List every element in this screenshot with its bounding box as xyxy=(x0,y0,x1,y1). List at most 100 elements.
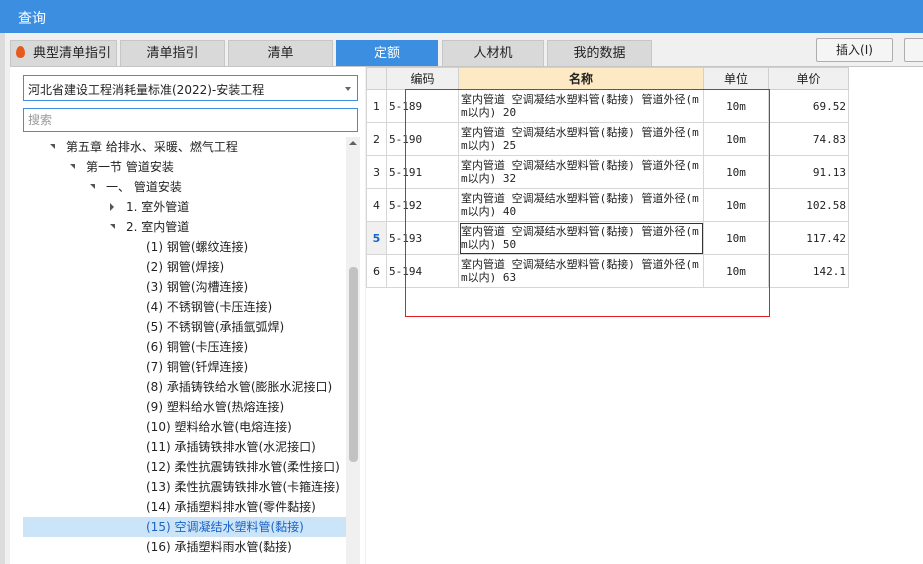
tab-typical-list-guide[interactable]: 典型清单指引 xyxy=(10,40,117,66)
cell-name[interactable]: 室内管道 空调凝结水塑料管(黏接) 管道外径(mm以内) 32 xyxy=(458,155,704,189)
cell-code[interactable]: 5-194 xyxy=(386,254,459,288)
tab-label: 清单 xyxy=(267,46,294,61)
tree-node-label: 2. 室内管道 xyxy=(126,220,190,234)
table-row[interactable]: 2 5-190 室内管道 空调凝结水塑料管(黏接) 管道外径(mm以内) 25 10m… xyxy=(366,122,849,156)
tab-list-guide[interactable]: 清单指引 xyxy=(120,40,225,66)
search-input[interactable] xyxy=(23,108,358,132)
cell-unit[interactable]: 10m xyxy=(703,155,769,189)
cell-unit[interactable]: 10m xyxy=(703,122,769,156)
table-row[interactable]: 3 5-191 室内管道 空调凝结水塑料管(黏接) 管道外径(mm以内) 32 10m… xyxy=(366,155,849,189)
tree-node[interactable]: (2) 钢管(焊接) xyxy=(10,257,346,277)
cell-unit[interactable]: 10m xyxy=(703,254,769,288)
cell-code[interactable]: 5-190 xyxy=(386,122,459,156)
tab-list[interactable]: 清单 xyxy=(228,40,333,66)
row-number[interactable]: 6 xyxy=(366,254,387,288)
cell-price[interactable]: 91.13 xyxy=(768,155,849,189)
row-number[interactable]: 5 xyxy=(366,221,387,255)
tree-node-label: (13) 柔性抗震铸铁排水管(卡箍连接) xyxy=(146,480,340,494)
tree-node[interactable]: (13) 柔性抗震铸铁排水管(卡箍连接) xyxy=(10,477,346,497)
tree-scrollbar[interactable] xyxy=(346,137,360,564)
chevron-down-icon[interactable] xyxy=(345,87,351,91)
cell-code[interactable]: 5-193 xyxy=(386,221,459,255)
library-select-value: 河北省建设工程消耗量标准(2022)-安装工程 xyxy=(28,83,265,97)
scrollbar-thumb[interactable] xyxy=(349,267,358,462)
tree-node[interactable]: (12) 柔性抗震铸铁排水管(柔性接口) xyxy=(10,457,346,477)
scroll-up-icon[interactable] xyxy=(349,141,357,145)
cell-unit[interactable]: 10m xyxy=(703,188,769,222)
cell-name[interactable]: 室内管道 空调凝结水塑料管(黏接) 管道外径(mm以内) 50 xyxy=(458,221,704,255)
row-number[interactable]: 3 xyxy=(366,155,387,189)
cell-name[interactable]: 室内管道 空调凝结水塑料管(黏接) 管道外径(mm以内) 63 xyxy=(458,254,704,288)
tree-node[interactable]: (10) 塑料给水管(电熔连接) xyxy=(10,417,346,437)
tab-my-data[interactable]: 我的数据 xyxy=(547,40,652,66)
tree-node-label: 一、 管道安装 xyxy=(106,180,182,194)
tree-node[interactable]: 2. 室内管道 xyxy=(10,217,346,237)
cell-code[interactable]: 5-192 xyxy=(386,188,459,222)
expanded-arrow-icon[interactable] xyxy=(90,184,95,189)
expanded-arrow-icon[interactable] xyxy=(70,164,75,169)
tab-quota[interactable]: 定额 xyxy=(336,40,438,66)
header-rownum xyxy=(366,67,387,90)
row-number[interactable]: 1 xyxy=(366,89,387,123)
cell-unit[interactable]: 10m xyxy=(703,89,769,123)
tree-node-label: (9) 塑料给水管(热熔连接) xyxy=(146,400,285,414)
tree-node-label: (8) 承插铸铁给水管(膨胀水泥接口) xyxy=(146,380,333,394)
cell-code[interactable]: 5-191 xyxy=(386,155,459,189)
tree-node[interactable]: 一、 管道安装 xyxy=(10,177,346,197)
cell-price[interactable]: 142.1 xyxy=(768,254,849,288)
cell-name[interactable]: 室内管道 空调凝结水塑料管(黏接) 管道外径(mm以内) 40 xyxy=(458,188,704,222)
tree-node[interactable]: (6) 铜管(卡压连接) xyxy=(10,337,346,357)
header-code[interactable]: 编码 xyxy=(386,67,459,90)
tree-node[interactable]: (14) 承插塑料排水管(零件黏接) xyxy=(10,497,346,517)
tree-node-label: 第五章 给排水、采暖、燃气工程 xyxy=(66,140,238,154)
cell-code[interactable]: 5-189 xyxy=(386,89,459,123)
expanded-arrow-icon[interactable] xyxy=(50,144,55,149)
tree-node[interactable]: (1) 钢管(螺纹连接) xyxy=(10,237,346,257)
tree-node[interactable]: (9) 塑料给水管(热熔连接) xyxy=(10,397,346,417)
library-select[interactable]: 河北省建设工程消耗量标准(2022)-安装工程 xyxy=(23,75,358,101)
tree-node[interactable]: 第五章 给排水、采暖、燃气工程 xyxy=(10,137,346,157)
cell-name[interactable]: 室内管道 空调凝结水塑料管(黏接) 管道外径(mm以内) 25 xyxy=(458,122,704,156)
cell-price[interactable]: 69.52 xyxy=(768,89,849,123)
insert-button[interactable]: 插入(I) xyxy=(816,38,893,62)
row-number[interactable]: 4 xyxy=(366,188,387,222)
tree-node-label: (1) 钢管(螺纹连接) xyxy=(146,240,249,254)
table-row[interactable]: 4 5-192 室内管道 空调凝结水塑料管(黏接) 管道外径(mm以内) 40 10m… xyxy=(366,188,849,222)
tree-node-label: (6) 铜管(卡压连接) xyxy=(146,340,249,354)
tree-node-label: (4) 不锈钢管(卡压连接) xyxy=(146,300,273,314)
secondary-button[interactable] xyxy=(904,38,923,62)
tab-labor-material-machine[interactable]: 人材机 xyxy=(442,40,544,66)
tree-node-label: (11) 承插铸铁排水管(水泥接口) xyxy=(146,440,316,454)
tree-node[interactable]: (5) 不锈钢管(承插氩弧焊) xyxy=(10,317,346,337)
cell-price[interactable]: 102.58 xyxy=(768,188,849,222)
header-name[interactable]: 名称 xyxy=(458,67,704,90)
tree-node[interactable]: (8) 承插铸铁给水管(膨胀水泥接口) xyxy=(10,377,346,397)
tree-node[interactable]: (4) 不锈钢管(卡压连接) xyxy=(10,297,346,317)
tree-node-label: (10) 塑料给水管(电熔连接) xyxy=(146,420,292,434)
header-price[interactable]: 单价 xyxy=(768,67,849,90)
table-row[interactable]: 6 5-194 室内管道 空调凝结水塑料管(黏接) 管道外径(mm以内) 63 10m… xyxy=(366,254,849,288)
tree-node[interactable]: (16) 承插塑料雨水管(黏接) xyxy=(10,537,346,557)
collapsed-arrow-icon[interactable] xyxy=(110,203,114,211)
tree-node[interactable]: 第一节 管道安装 xyxy=(10,157,346,177)
cell-price[interactable]: 117.42 xyxy=(768,221,849,255)
tab-label: 我的数据 xyxy=(573,46,626,61)
tree-node-label: (2) 钢管(焊接) xyxy=(146,260,225,274)
header-unit[interactable]: 单位 xyxy=(703,67,769,90)
expanded-arrow-icon[interactable] xyxy=(110,224,115,229)
quota-results-panel: 编码 名称 单位 单价 1 5-189 室内管道 空调凝结水塑料管(黏接) 管道外径… xyxy=(366,67,923,564)
table-row[interactable]: 1 5-189 室内管道 空调凝结水塑料管(黏接) 管道外径(mm以内) 20 10m… xyxy=(366,89,849,123)
tree-node-label: (5) 不锈钢管(承插氩弧焊) xyxy=(146,320,285,334)
tree-node[interactable]: 1. 室外管道 xyxy=(10,197,346,217)
tree-node-label: (16) 承插塑料雨水管(黏接) xyxy=(146,540,292,554)
tree-node[interactable]: (11) 承插铸铁排水管(水泥接口) xyxy=(10,437,346,457)
row-number[interactable]: 2 xyxy=(366,122,387,156)
tree-node[interactable]: (15) 空调凝结水塑料管(黏接) xyxy=(23,517,346,537)
tree-node[interactable]: (3) 钢管(沟槽连接) xyxy=(10,277,346,297)
cell-price[interactable]: 74.83 xyxy=(768,122,849,156)
tree-node[interactable]: (7) 铜管(钎焊连接) xyxy=(10,357,346,377)
quota-table: 编码 名称 单位 单价 1 5-189 室内管道 空调凝结水塑料管(黏接) 管道外径… xyxy=(366,67,849,288)
cell-unit[interactable]: 10m xyxy=(703,221,769,255)
table-row[interactable]: 5 5-193 室内管道 空调凝结水塑料管(黏接) 管道外径(mm以内) 50 10m… xyxy=(366,221,849,255)
cell-name[interactable]: 室内管道 空调凝结水塑料管(黏接) 管道外径(mm以内) 20 xyxy=(458,89,704,123)
